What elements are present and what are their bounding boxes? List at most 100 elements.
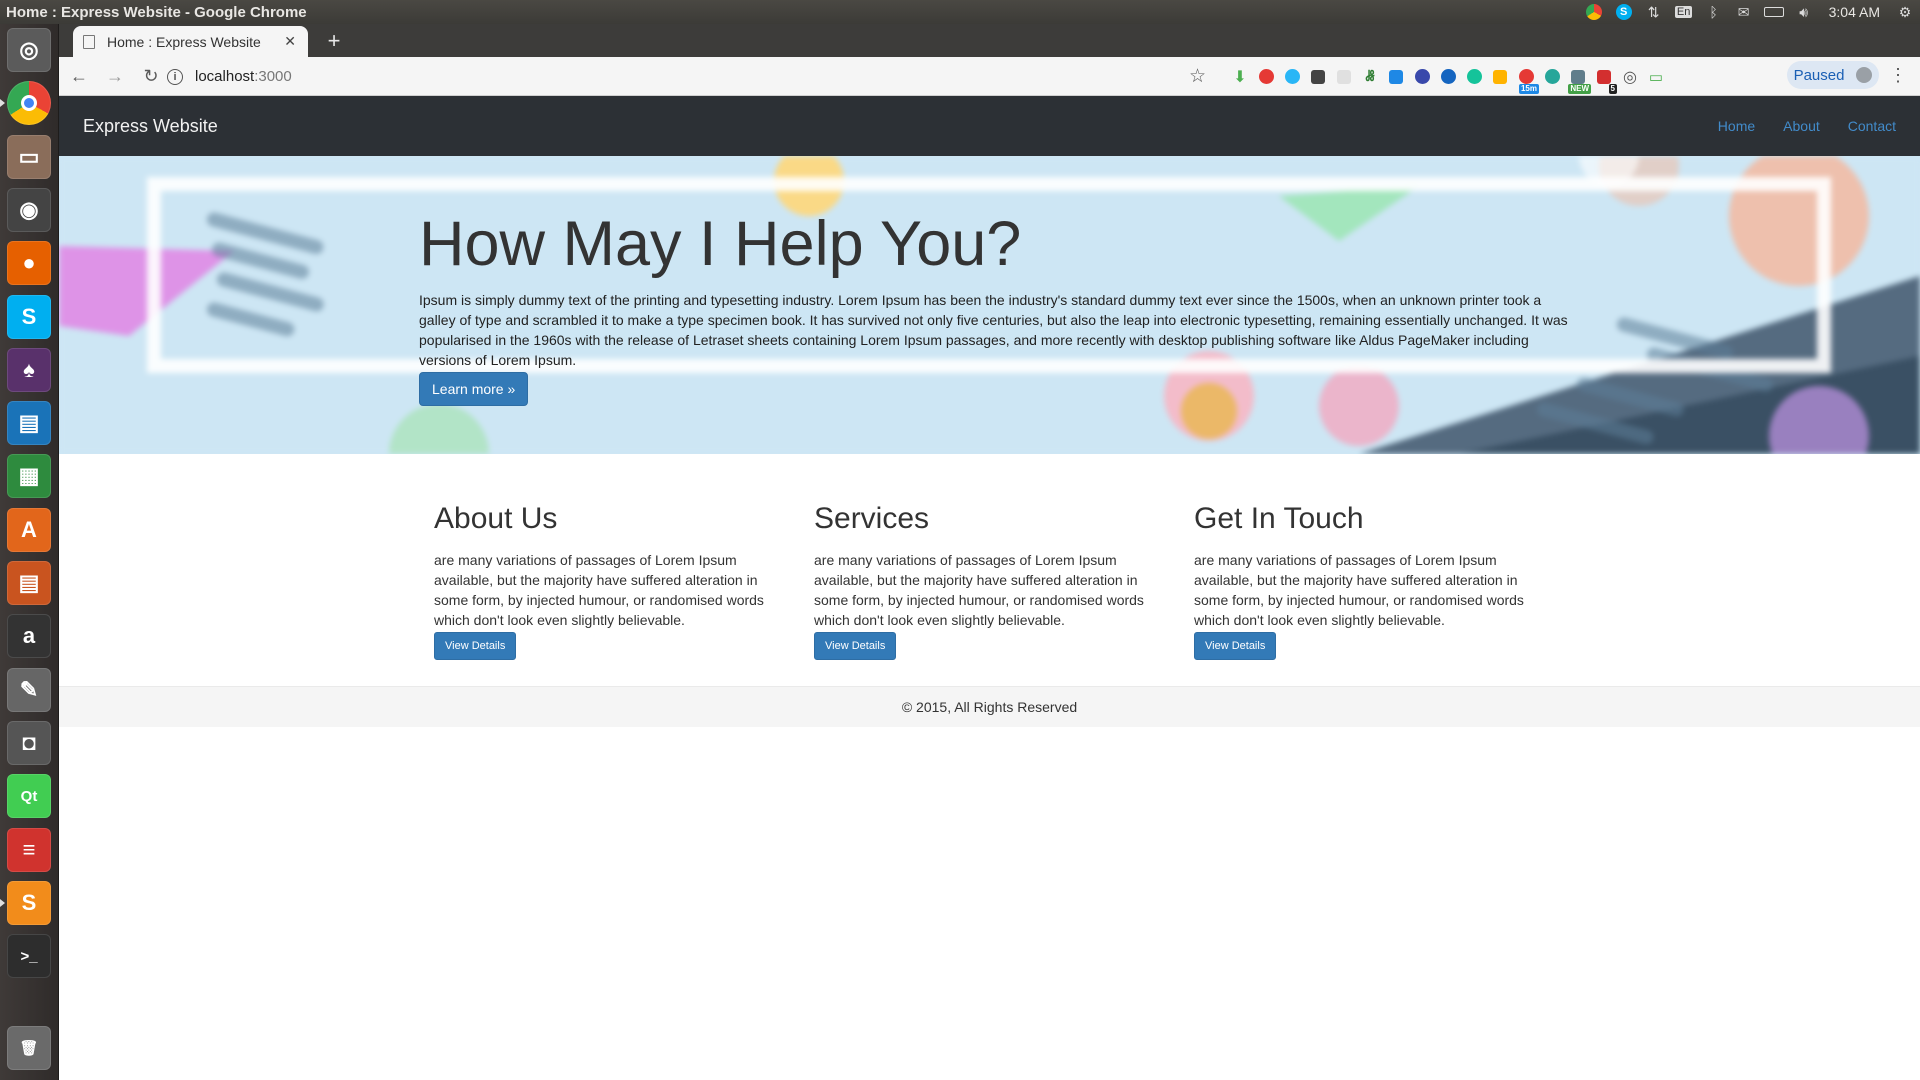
settings-tools-icon[interactable]: ✎	[7, 667, 51, 712]
timer-extension-icon[interactable]: 15m	[1513, 57, 1539, 96]
nav-link-contact[interactable]: Contact	[1848, 118, 1896, 134]
hero-section: How May I Help You? Ipsum is simply dumm…	[59, 156, 1920, 454]
chrome-icon[interactable]	[7, 81, 51, 126]
profile-button[interactable]: Paused	[1787, 61, 1879, 89]
running-indicator-icon	[0, 99, 5, 108]
copyright-text: © 2015, All Rights Reserved	[901, 699, 1078, 715]
spiral-extension-icon[interactable]: ◎	[1617, 57, 1643, 96]
tab-title: Home : Express Website	[107, 33, 261, 50]
keyboard-layout-label: En	[1674, 6, 1693, 18]
page-viewport: Express Website Home About Contact How M…	[59, 96, 1920, 1080]
page-icon	[83, 34, 95, 49]
reload-button[interactable]: ↻	[135, 60, 167, 92]
download-extension-icon[interactable]: ⬇	[1227, 57, 1253, 96]
bluetooth-icon[interactable]: ᛒ	[1699, 0, 1729, 24]
nav-links: Home About Contact	[1718, 118, 1896, 134]
rocket-extension-icon[interactable]	[1435, 57, 1461, 96]
url-port: :3000	[254, 68, 292, 85]
keyboard-layout-indicator[interactable]: En	[1669, 0, 1699, 24]
view-details-button[interactable]: View Details	[1194, 632, 1277, 660]
address-bar[interactable]: i localhost:3000	[167, 61, 1247, 92]
learn-more-button[interactable]: Learn more »	[419, 372, 529, 406]
sublime-text-icon[interactable]: S	[7, 880, 51, 925]
count-badge: 5	[1608, 84, 1617, 94]
qt-creator-icon[interactable]: Qt	[7, 774, 51, 819]
hero-content: How May I Help You? Ipsum is simply dumm…	[419, 208, 1569, 406]
tab-strip: Home : Express Website ✕ +	[59, 24, 1920, 57]
view-details-button[interactable]: View Details	[814, 632, 897, 660]
blue-circle-extension-icon[interactable]	[1279, 57, 1305, 96]
inbox-extension-icon[interactable]: ▭	[1643, 57, 1669, 96]
red-app-icon[interactable]: ≡	[7, 827, 51, 872]
system-tray: S ⇅ En ᛒ ✉ 🔊︎ 3:04 AM ⚙	[1579, 0, 1920, 24]
system-monitor-icon[interactable]: ◉	[7, 187, 51, 232]
battery-icon[interactable]	[1759, 0, 1789, 24]
feature-text: are many variations of passages of Lorem…	[814, 552, 1144, 628]
site-brand[interactable]: Express Website	[83, 116, 1718, 137]
feature-get-in-touch: Get In Touch are many variations of pass…	[1194, 502, 1539, 660]
kebab-menu-icon[interactable]: ⋮	[1889, 65, 1907, 86]
trash-icon[interactable]: 🗑	[7, 1026, 51, 1070]
chrome-tray-icon[interactable]	[1579, 0, 1609, 24]
adblock-extension-icon[interactable]	[1253, 57, 1279, 96]
dark-circle-extension-icon[interactable]	[1409, 57, 1435, 96]
os-top-panel: Home : Express Website - Google Chrome S…	[0, 0, 1920, 24]
view-details-button[interactable]: View Details	[434, 632, 517, 660]
skype-icon[interactable]: S	[7, 294, 51, 339]
unity-launcher: ◎ ▭ ◉ ● S ♠ ▤ ▦ A ▤ a ✎ ◘ Qt ≡ S >_ 🗑	[0, 24, 59, 1080]
camera-icon[interactable]: ◘	[7, 720, 51, 765]
tor-browser-icon[interactable]: ♠	[7, 347, 51, 392]
libreoffice-impress-icon[interactable]: ▤	[7, 561, 51, 605]
feature-text: are many variations of passages of Lorem…	[1194, 552, 1524, 628]
firefox-icon[interactable]: ●	[7, 241, 51, 286]
clock[interactable]: 3:04 AM	[1819, 4, 1890, 20]
browser-toolbar: ← → ↻ i localhost:3000 ☆ ⬇ ꗡ 15m NEW 5 ◎…	[59, 57, 1920, 96]
feature-text: are many variations of passages of Lorem…	[434, 552, 764, 628]
ubuntu-dash-icon[interactable]: ◎	[7, 28, 51, 72]
libreoffice-calc-icon[interactable]: ▦	[7, 454, 51, 499]
hero-text: Ipsum is simply dummy text of the printi…	[419, 292, 1568, 368]
new-extension-icon[interactable]: NEW	[1565, 57, 1591, 96]
bookmark-star-icon[interactable]: ☆	[1189, 65, 1206, 88]
file-manager-icon[interactable]: ▭	[7, 134, 51, 179]
browser-window: Home : Express Website ✕ + ← → ↻ i local…	[59, 24, 1920, 96]
profile-status: Paused	[1793, 66, 1845, 84]
back-button[interactable]: ←	[63, 60, 95, 92]
grammarly-extension-icon[interactable]	[1461, 57, 1487, 96]
feature-services: Services are many variations of passages…	[814, 502, 1159, 660]
feature-title: Services	[814, 502, 930, 535]
software-center-icon[interactable]: A	[7, 507, 51, 552]
network-transfer-icon[interactable]: ⇅	[1639, 0, 1669, 24]
running-indicator-icon	[0, 898, 5, 907]
gear-icon[interactable]: ⚙	[1890, 0, 1920, 24]
feature-title: Get In Touch	[1194, 502, 1364, 535]
mail-icon[interactable]: ✉	[1729, 0, 1759, 24]
avatar	[1856, 67, 1873, 83]
todo-extension-icon[interactable]: 5	[1591, 57, 1617, 96]
pocket-extension-icon[interactable]	[1305, 57, 1331, 96]
teal-extension-icon[interactable]	[1539, 57, 1565, 96]
terminal-icon[interactable]: >_	[7, 934, 51, 979]
folder-extension-icon[interactable]	[1487, 57, 1513, 96]
skype-tray-icon[interactable]: S	[1609, 0, 1639, 24]
nav-link-home[interactable]: Home	[1718, 118, 1755, 134]
new-tab-button[interactable]: +	[321, 28, 347, 54]
amazon-icon[interactable]: a	[7, 614, 51, 659]
url-host: localhost	[195, 68, 255, 85]
volume-icon[interactable]: 🔊︎	[1789, 0, 1819, 24]
feature-about: About Us are many variations of passages…	[434, 502, 779, 660]
forward-button[interactable]: →	[99, 60, 131, 92]
mail-extension-icon[interactable]	[1383, 57, 1409, 96]
site-info-icon[interactable]: i	[167, 68, 183, 85]
window-title: Home : Express Website - Google Chrome	[6, 3, 307, 21]
features-section: About Us are many variations of passages…	[59, 454, 1920, 686]
nav-link-about[interactable]: About	[1783, 118, 1820, 134]
tab-home[interactable]: Home : Express Website ✕	[73, 26, 308, 57]
hero-heading: How May I Help You?	[419, 209, 1022, 279]
libreoffice-writer-icon[interactable]: ▤	[7, 401, 51, 446]
green-bug-extension-icon[interactable]: ꗡ	[1357, 57, 1383, 96]
close-tab-icon[interactable]: ✕	[282, 33, 298, 50]
grey-extension-icon[interactable]	[1331, 57, 1357, 96]
site-footer: © 2015, All Rights Reserved	[59, 686, 1920, 727]
site-navbar: Express Website Home About Contact	[59, 96, 1920, 156]
